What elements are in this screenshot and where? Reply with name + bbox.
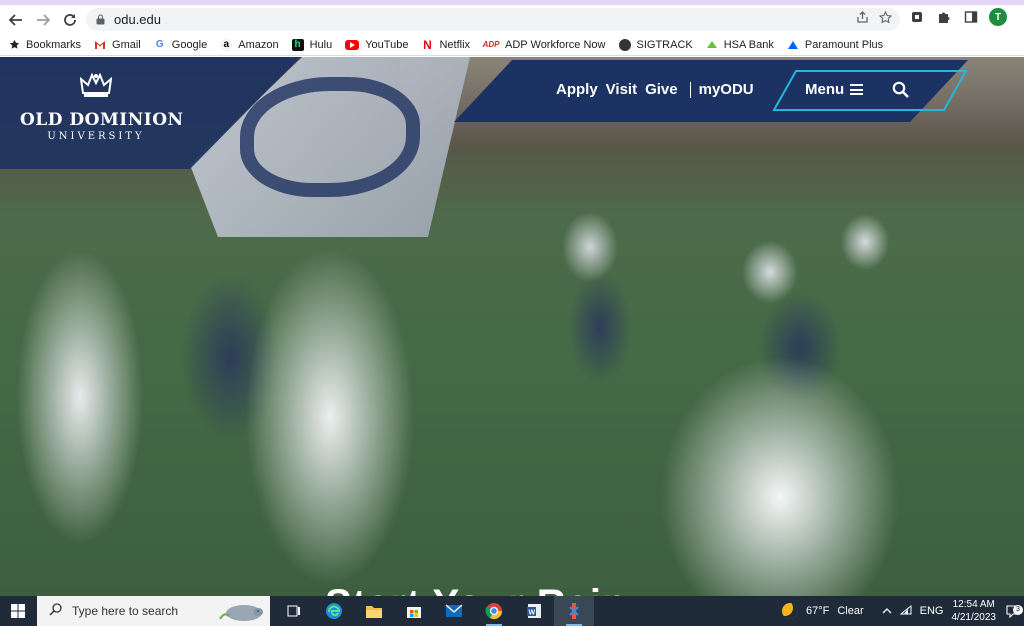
moon-icon: [782, 603, 798, 619]
windows-taskbar: Type here to search W 67°F Clear ENG 12:…: [0, 596, 1024, 626]
hsa-bank-icon: [706, 39, 718, 51]
manatee-illustration-icon: [219, 605, 263, 621]
bookmark-bookmarks[interactable]: Bookmarks: [8, 39, 81, 51]
taskbar-apps: W: [274, 596, 594, 626]
microsoft-store-icon[interactable]: [394, 596, 434, 626]
clock-time: 12:54 AM: [952, 599, 995, 610]
adp-icon: ADP: [482, 40, 500, 49]
amazon-icon: a: [220, 38, 233, 51]
bookmark-hulu[interactable]: h Hulu: [291, 38, 332, 51]
netflix-icon: N: [423, 37, 432, 52]
bookmark-gmail[interactable]: Gmail: [94, 39, 141, 51]
menu-button[interactable]: Menu: [805, 81, 864, 98]
bookmark-youtube[interactable]: YouTube: [345, 39, 408, 51]
word-icon[interactable]: W: [514, 596, 554, 626]
menu-search-outline: [772, 70, 968, 111]
forward-arrow-icon: [37, 13, 50, 26]
menu-label: Menu: [805, 81, 845, 98]
bookmark-amazon[interactable]: a Amazon: [220, 38, 279, 51]
bookmark-sigtrack[interactable]: SIGTRACK: [618, 38, 693, 51]
star-icon: [8, 39, 20, 51]
language-indicator[interactable]: ENG: [920, 605, 944, 617]
browser-toolbar: odu.edu T: [0, 5, 1024, 34]
chrome-icon[interactable]: [474, 596, 514, 626]
side-panel-icon[interactable]: [962, 9, 979, 26]
nav-divider: [689, 81, 691, 98]
paramount-icon: [787, 39, 799, 51]
chevron-up-icon[interactable]: [882, 605, 892, 617]
gmail-icon: [94, 39, 106, 51]
reload-button[interactable]: [58, 8, 82, 32]
mail-icon[interactable]: [434, 596, 474, 626]
reload-icon: [64, 13, 76, 26]
bookmark-google[interactable]: G Google: [154, 39, 207, 51]
more-options-icon[interactable]: [1017, 9, 1024, 26]
hulu-icon: h: [291, 38, 304, 51]
forward-button[interactable]: [31, 8, 55, 32]
back-arrow-icon: [9, 13, 22, 26]
notification-center-button[interactable]: 3: [1002, 604, 1024, 618]
svg-text:W: W: [529, 610, 536, 617]
bookmark-paramount-plus[interactable]: Paramount Plus: [787, 39, 883, 51]
weather-condition: Clear: [837, 605, 864, 617]
taskbar-search-box[interactable]: Type here to search: [37, 596, 270, 626]
hero-headline: Start Your Rein: [325, 582, 627, 596]
google-icon: G: [155, 39, 164, 50]
windows-logo-icon: [11, 604, 25, 618]
lock-icon: [96, 14, 106, 25]
clock[interactable]: 12:54 AM 4/21/2023: [952, 598, 997, 624]
visit-link[interactable]: Visit: [606, 81, 637, 98]
wifi-icon[interactable]: [899, 604, 912, 618]
crown-icon: [79, 72, 113, 97]
snipping-tool-icon[interactable]: [554, 596, 594, 626]
file-explorer-icon[interactable]: [354, 596, 394, 626]
bookmark-adp[interactable]: ADP ADP Workforce Now: [482, 39, 606, 51]
weather-widget[interactable]: 67°F Clear: [782, 603, 864, 619]
clock-date: 4/21/2023: [951, 612, 997, 623]
utility-nav: Apply Visit Give myODU: [556, 81, 762, 98]
logo-subtitle: UNIVERSITY: [47, 131, 145, 142]
task-view-icon[interactable]: [274, 596, 314, 626]
youtube-icon: [345, 39, 360, 50]
hamburger-icon: [850, 84, 864, 95]
odu-logo[interactable]: OLD DOMINION UNIVERSITY: [20, 72, 184, 142]
url-text: odu.edu: [114, 12, 161, 27]
profile-avatar[interactable]: T: [989, 8, 1007, 26]
extensions-puzzle-icon[interactable]: [935, 9, 952, 26]
apply-link[interactable]: Apply: [556, 81, 598, 98]
give-link[interactable]: Give: [645, 81, 678, 98]
address-bar[interactable]: odu.edu: [86, 8, 900, 31]
edge-icon[interactable]: [314, 596, 354, 626]
notification-count-badge: 3: [1013, 604, 1023, 615]
site-search-icon[interactable]: [892, 81, 909, 98]
logo-name: OLD DOMINION: [20, 110, 184, 130]
start-button[interactable]: [0, 596, 36, 626]
share-icon[interactable]: [856, 11, 869, 27]
myodu-link[interactable]: myODU: [699, 81, 754, 98]
odu-homepage: OLD DOMINION UNIVERSITY Apply Visit Give…: [0, 57, 1024, 596]
search-placeholder: Type here to search: [72, 604, 179, 618]
bookmark-star-icon[interactable]: [878, 10, 893, 27]
back-button[interactable]: [4, 8, 28, 32]
search-icon: [49, 603, 62, 619]
bookmark-hsa-bank[interactable]: HSA Bank: [706, 39, 774, 51]
bookmark-netflix[interactable]: N Netflix: [421, 37, 470, 52]
weather-temp: 67°F: [806, 605, 830, 617]
bookmarks-bar: Bookmarks Gmail G Google a Amazon h Hulu…: [0, 34, 1024, 56]
sigtrack-icon: [618, 38, 631, 51]
system-tray: 67°F Clear ENG 12:54 AM 4/21/2023 3: [782, 596, 1024, 626]
flag-logo-mark: [240, 77, 420, 197]
extension-shield-icon[interactable]: [908, 9, 925, 26]
